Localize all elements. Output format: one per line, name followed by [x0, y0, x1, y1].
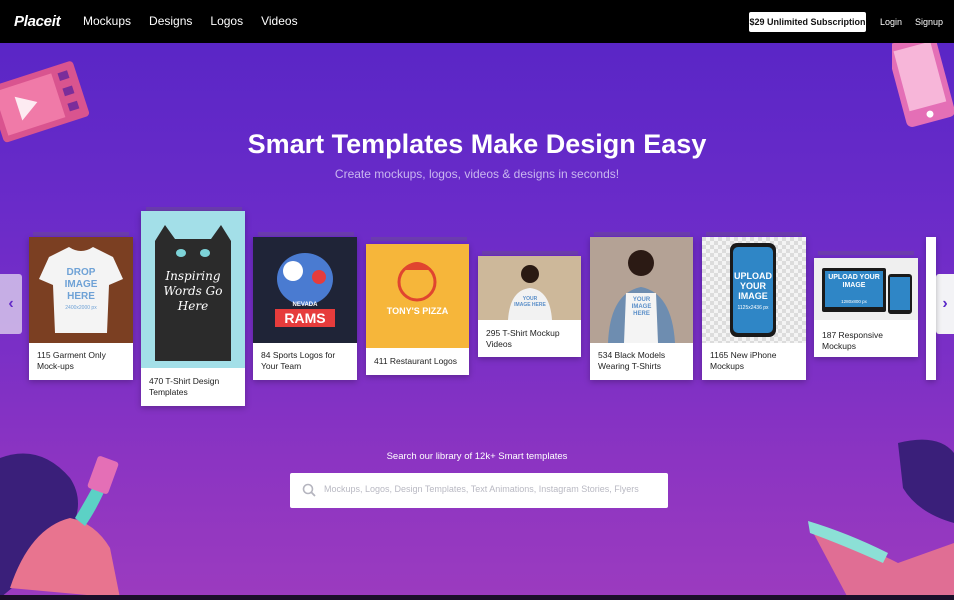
- search-icon: [302, 483, 316, 497]
- card-thumbnail: YOUR IMAGE HERE: [590, 237, 693, 343]
- card-thumb-text: Inspiring Words Go Here: [163, 269, 223, 313]
- login-link[interactable]: Login: [880, 17, 902, 27]
- card-thumbnail: NEVADA RAMS: [253, 237, 357, 343]
- search-label: Search our library of 12k+ Smart templat…: [386, 451, 568, 462]
- hero-section: Smart Templates Make Design Easy Create …: [0, 43, 954, 595]
- main-nav: Mockups Designs Logos Videos: [83, 14, 298, 28]
- phone-illustration-top-right: [892, 43, 954, 127]
- template-card-iphone[interactable]: UPLOAD YOUR IMAGE 1125x2436 px 1165 New …: [702, 237, 806, 380]
- card-thumbnail: YOUR IMAGE HERE: [478, 256, 581, 320]
- subscription-button[interactable]: $29 Unlimited Subscription: [749, 12, 866, 32]
- template-card-tshirt-design[interactable]: Inspiring Words Go Here 470 T-Shirt Desi…: [141, 211, 245, 406]
- card-caption: 84 Sports Logos for Your Team: [261, 350, 336, 371]
- pizza-chef-illustration: [366, 244, 469, 348]
- card-thumb-text: UPLOAD YOUR IMAGE: [828, 274, 880, 289]
- card-thumb-text: UPLOAD YOUR IMAGE: [734, 271, 772, 301]
- template-card-restaurant-logos[interactable]: TONY'S PIZZA 411 Restaurant Logos: [366, 244, 469, 375]
- card-thumb-small: NEVADA: [292, 302, 318, 308]
- nav-logos[interactable]: Logos: [210, 14, 243, 28]
- card-thumb-text: YOUR IMAGE HERE: [631, 297, 652, 317]
- card-caption: 115 Garment Only Mock-ups: [37, 350, 106, 371]
- card-thumb-size: 1125x2436 px: [737, 305, 769, 311]
- carousel-prev-button[interactable]: ‹: [0, 274, 22, 334]
- template-card-sports-logos[interactable]: NEVADA RAMS 84 Sports Logos for Your Tea…: [253, 237, 357, 380]
- top-nav-bar: Placeit Mockups Designs Logos Videos $29…: [0, 0, 954, 43]
- card-thumbnail: TONY'S PIZZA: [366, 244, 469, 348]
- nav-designs[interactable]: Designs: [149, 14, 192, 28]
- carousel-next-button[interactable]: ›: [936, 274, 954, 334]
- card-thumb-size: 1280x800 px: [841, 299, 867, 304]
- card-thumb-text: YOUR IMAGE HERE: [514, 296, 546, 308]
- search-placeholder: Mockups, Logos, Design Templates, Text A…: [324, 484, 639, 494]
- nav-mockups[interactable]: Mockups: [83, 14, 131, 28]
- card-caption: 187 Responsive Mockups: [822, 330, 883, 351]
- card-thumbnail: UPLOAD YOUR IMAGE 1280x800 px: [814, 258, 918, 320]
- card-thumb-text: TONY'S PIZZA: [386, 306, 449, 316]
- ram-logo-illustration: [253, 237, 357, 343]
- nav-videos[interactable]: Videos: [261, 14, 297, 28]
- signup-link[interactable]: Signup: [915, 17, 943, 27]
- template-card-tshirt-videos[interactable]: YOUR IMAGE HERE 295 T-Shirt Mockup Video…: [478, 256, 581, 357]
- card-thumbnail: UPLOAD YOUR IMAGE 1125x2436 px: [702, 237, 806, 343]
- search-input[interactable]: Mockups, Logos, Design Templates, Text A…: [290, 473, 668, 508]
- hero-title: Smart Templates Make Design Easy: [247, 129, 707, 159]
- card-caption: 470 T-Shirt Design Templates: [149, 376, 220, 397]
- model-photo: [478, 256, 581, 320]
- template-card-garment[interactable]: DROP IMAGE HERE 2400x2000 px 115 Garment…: [29, 237, 133, 380]
- chevron-right-icon: ›: [942, 295, 948, 312]
- template-card-responsive[interactable]: UPLOAD YOUR IMAGE 1280x800 px 187 Respon…: [814, 258, 918, 357]
- placeit-logo[interactable]: Placeit: [14, 13, 61, 30]
- card-thumb-size: 2400x2000 px: [65, 305, 97, 311]
- card-caption: 1165 New iPhone Mockups: [710, 350, 777, 371]
- template-card-black-models[interactable]: YOUR IMAGE HERE 534 Black Models Wearing…: [590, 237, 693, 380]
- template-card-partial[interactable]: [926, 237, 936, 380]
- card-caption: 411 Restaurant Logos: [374, 356, 458, 366]
- page-bottom-edge: [0, 595, 954, 600]
- card-thumbnail: DROP IMAGE HERE 2400x2000 px: [29, 237, 133, 343]
- model-photo: [590, 237, 693, 343]
- card-caption: 295 T-Shirt Mockup Videos: [486, 328, 560, 349]
- card-caption: 534 Black Models Wearing T-Shirts: [598, 350, 666, 371]
- chevron-left-icon: ‹: [8, 295, 14, 312]
- card-thumb-text: DROP IMAGE HERE: [64, 267, 98, 302]
- hero-subtitle: Create mockups, logos, videos & designs …: [334, 167, 620, 181]
- card-thumb-text: RAMS: [275, 309, 335, 327]
- card-thumbnail: Inspiring Words Go Here: [141, 211, 245, 368]
